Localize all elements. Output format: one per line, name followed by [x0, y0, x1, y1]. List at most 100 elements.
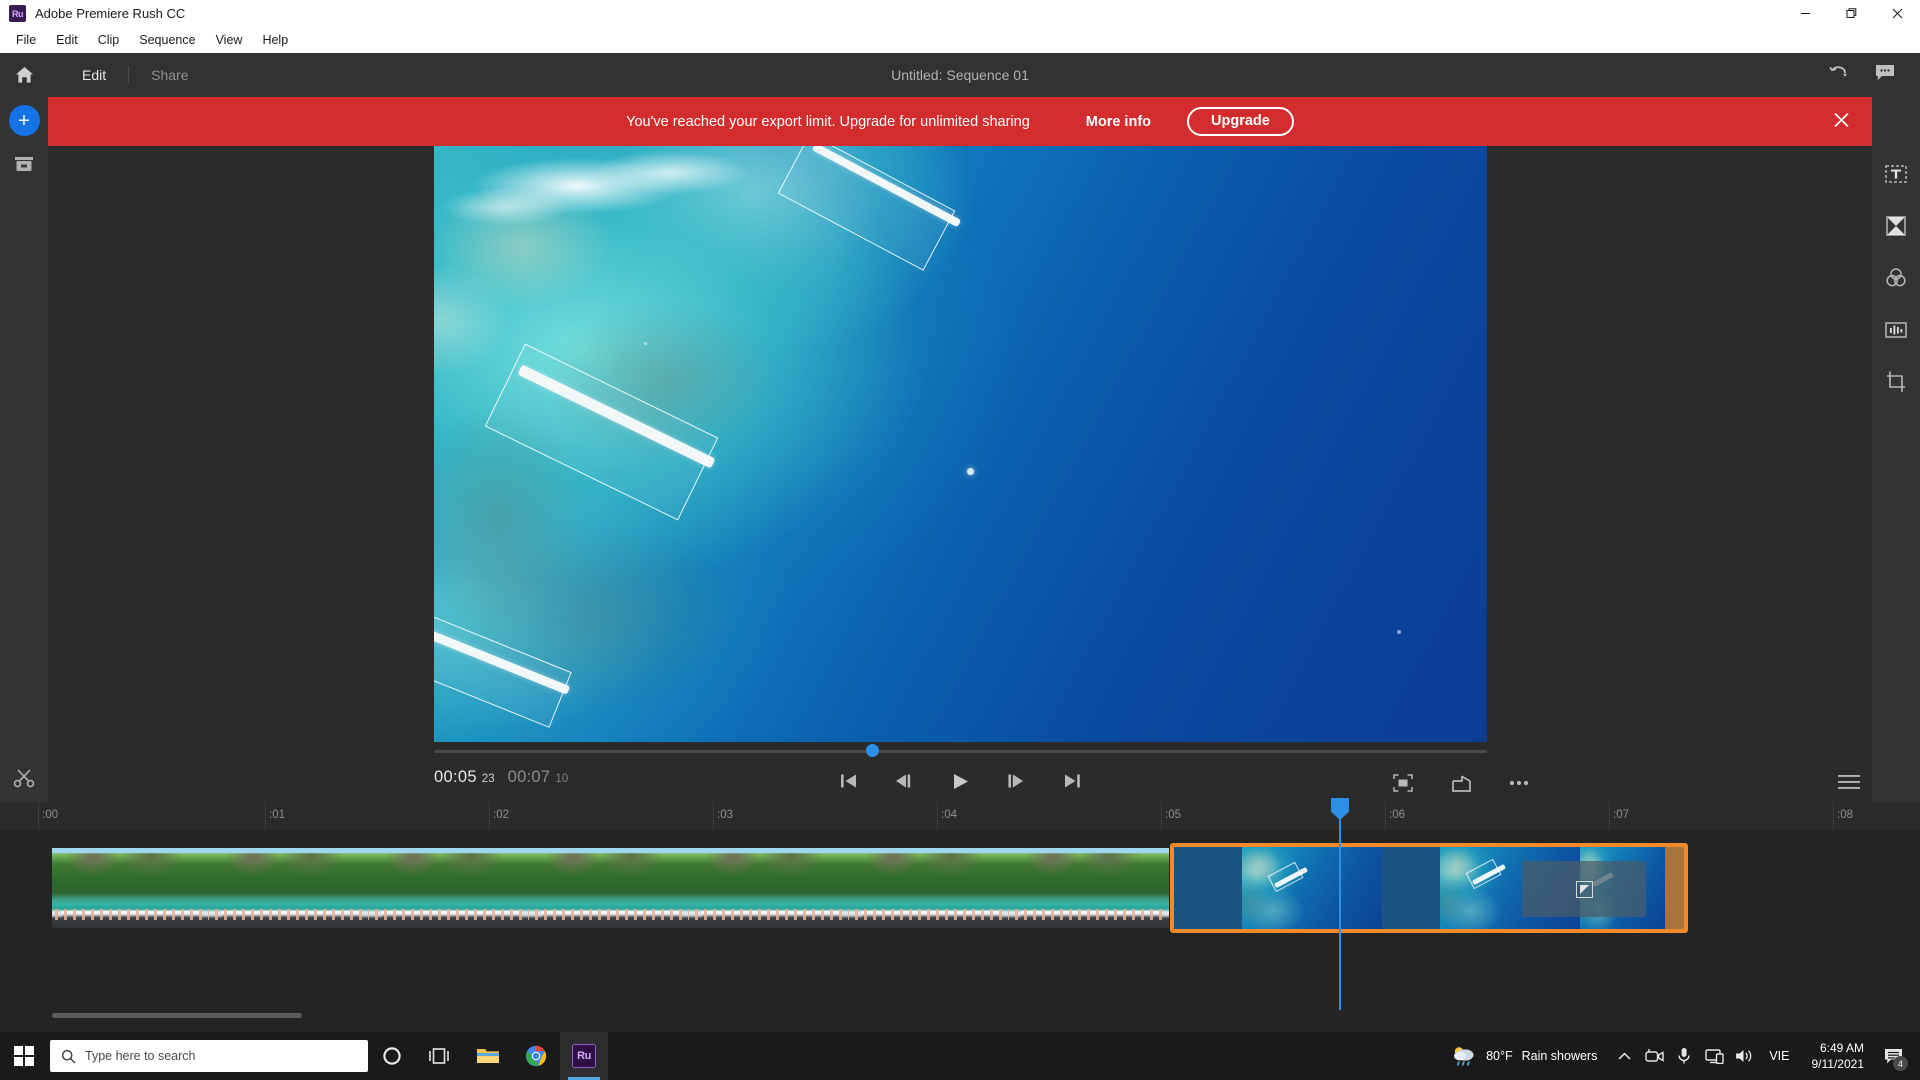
weather-rain-icon: [1454, 1047, 1474, 1066]
sequence-title: Untitled: Sequence 01: [891, 67, 1029, 83]
menu-clip[interactable]: Clip: [88, 30, 130, 50]
menu-help[interactable]: Help: [252, 30, 298, 50]
menu-file[interactable]: File: [6, 30, 46, 50]
clip-thumbnail: [532, 848, 692, 928]
close-button[interactable]: [1874, 0, 1920, 27]
step-back-button[interactable]: [891, 768, 917, 794]
swimmer: [967, 468, 974, 475]
add-media-button[interactable]: +: [8, 105, 40, 136]
thumb-people: [375, 908, 529, 920]
clock-widget[interactable]: 6:49 AM 9/11/2021: [1800, 1040, 1877, 1072]
fit-to-frame-button[interactable]: [1390, 770, 1416, 796]
timeline-clip-aerial-selected[interactable]: [1170, 843, 1688, 933]
upgrade-button[interactable]: Upgrade: [1187, 106, 1294, 137]
language-indicator[interactable]: VIE: [1759, 1049, 1799, 1063]
share-export-icon: [1451, 775, 1471, 792]
clip-thumbnail: [692, 848, 852, 928]
ruler-tick: [265, 802, 266, 830]
clip-thumbnail: [1382, 847, 1440, 929]
ruler-label-3: :03: [717, 809, 733, 821]
cortana-icon: [383, 1047, 401, 1065]
tab-share[interactable]: Share: [129, 53, 210, 97]
play-button[interactable]: [947, 768, 973, 794]
skip-to-end-button[interactable]: [1059, 768, 1085, 794]
clip-overlay-badge[interactable]: [1522, 861, 1646, 917]
more-options-button[interactable]: [1506, 770, 1532, 796]
thumb-people: [695, 908, 849, 920]
ruler-label-1: :01: [269, 809, 285, 821]
mode-tabs: Edit Share: [60, 53, 210, 97]
ruler-label-2: :02: [493, 809, 509, 821]
timeline-ruler[interactable]: :00 :01 :02 :03 :04 :05 :06 :07 :08: [0, 802, 1920, 830]
close-icon: [1892, 8, 1902, 19]
window-titlebar: Ru Adobe Premiere Rush CC: [0, 0, 1920, 27]
clip-thumbnails: [52, 848, 1169, 928]
media-bin-button[interactable]: [9, 150, 39, 180]
clip-thumbnail: [52, 848, 212, 928]
thumbnail-image: [852, 848, 1012, 928]
start-button[interactable]: [0, 1032, 48, 1080]
thumb-people: [1015, 908, 1166, 920]
tab-edit[interactable]: Edit: [60, 53, 128, 97]
monitor-scrubber-track[interactable]: [434, 750, 1487, 753]
split-scissors-icon: [13, 769, 35, 788]
skip-to-start-button[interactable]: [835, 768, 861, 794]
weather-widget[interactable]: 80°F Rain showers: [1439, 1045, 1609, 1067]
network-display-button[interactable]: [1699, 1032, 1729, 1080]
step-forward-button[interactable]: [1003, 768, 1029, 794]
clip-thumbnail: [1665, 847, 1684, 929]
camera-icon: [1645, 1049, 1664, 1062]
playhead-line: [1339, 802, 1341, 1010]
timeline-horizontal-scrollbar[interactable]: [52, 1013, 302, 1018]
timeline-menu-button[interactable]: [1838, 775, 1860, 794]
banner-close-button[interactable]: [1833, 111, 1850, 132]
camera-button[interactable]: [1639, 1032, 1669, 1080]
transitions-icon: [1886, 216, 1906, 236]
show-hidden-icons-button[interactable]: [1609, 1032, 1639, 1080]
file-explorer-button[interactable]: [464, 1032, 512, 1080]
title-text-icon: [1885, 165, 1907, 183]
notifications-button[interactable]: 4: [1876, 1032, 1910, 1080]
undo-button[interactable]: [1828, 64, 1848, 87]
chevron-up-icon: [1618, 1052, 1631, 1060]
menu-edit[interactable]: Edit: [46, 30, 88, 50]
minimize-button[interactable]: [1782, 0, 1828, 27]
task-view-button[interactable]: [416, 1032, 464, 1080]
cortana-button[interactable]: [368, 1032, 416, 1080]
clip-thumbnail: [852, 848, 1012, 928]
video-preview[interactable]: [434, 146, 1487, 742]
home-button[interactable]: [0, 53, 48, 97]
split-clip-button[interactable]: [9, 763, 39, 793]
close-icon: [1834, 112, 1849, 127]
comment-button[interactable]: [1874, 64, 1896, 87]
premiere-rush-icon: Ru: [572, 1044, 596, 1068]
crop-button[interactable]: [1881, 367, 1911, 397]
ruler-label-7: :07: [1613, 809, 1629, 821]
thumb-people: [855, 908, 1009, 920]
play-icon: [953, 773, 968, 789]
maximize-button[interactable]: [1828, 0, 1874, 27]
premiere-rush-button[interactable]: Ru: [560, 1032, 608, 1080]
menu-sequence[interactable]: Sequence: [129, 30, 205, 50]
monitor-scrubber-handle[interactable]: [866, 744, 879, 757]
chrome-button[interactable]: [512, 1032, 560, 1080]
title-text-button[interactable]: [1881, 159, 1911, 189]
timeline-panel[interactable]: [0, 830, 1920, 1032]
color-button[interactable]: [1881, 263, 1911, 293]
audio-button[interactable]: [1881, 315, 1911, 345]
taskbar-search[interactable]: Type here to search: [50, 1040, 368, 1072]
ruler-tick: [1609, 802, 1610, 830]
transitions-button[interactable]: [1881, 211, 1911, 241]
more-info-link[interactable]: More info: [1086, 114, 1151, 130]
windows-taskbar: Type here to search Ru 80°F Rain showers…: [0, 1032, 1920, 1080]
share-export-button[interactable]: [1448, 770, 1474, 796]
crop-icon: [1887, 371, 1905, 392]
thumbnail-image: [372, 848, 532, 928]
show-desktop-button[interactable]: [1910, 1032, 1916, 1080]
timeline-clip-lagoon[interactable]: [52, 848, 1169, 928]
microphone-button[interactable]: [1669, 1032, 1699, 1080]
volume-button[interactable]: [1729, 1032, 1759, 1080]
weather-temperature: 80°F: [1486, 1049, 1513, 1063]
hamburger-menu-icon: [1838, 775, 1860, 789]
menu-view[interactable]: View: [206, 30, 253, 50]
